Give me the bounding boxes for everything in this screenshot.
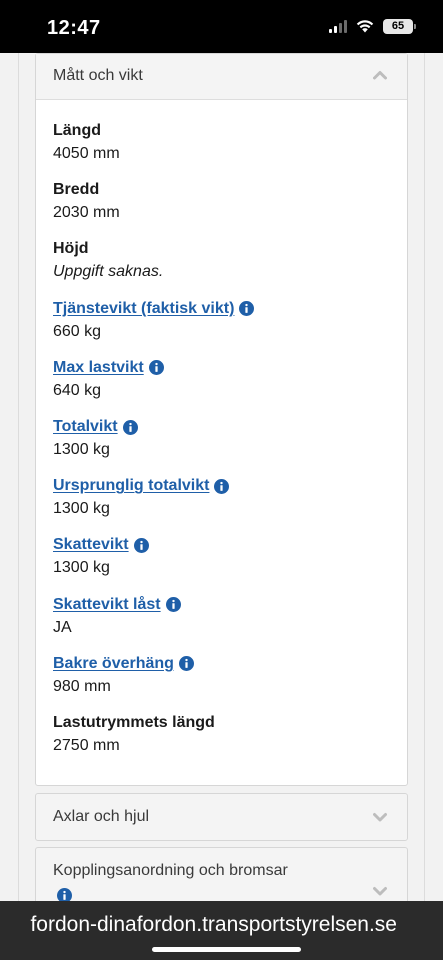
field-label-text[interactable]: Skattevikt: [53, 536, 129, 554]
field-item: Max lastvikt 640 kg: [53, 358, 164, 401]
field-label-text[interactable]: Skattevikt låst: [53, 596, 161, 614]
field-value: Uppgift saknas.: [53, 263, 164, 281]
field-item: Ursprunglig totalvikt 1300 kg: [53, 476, 230, 519]
field-value: 640 kg: [53, 381, 102, 399]
status-time: 12:47: [47, 17, 101, 39]
battery-icon: 65: [383, 19, 416, 34]
info-icon[interactable]: [239, 301, 255, 317]
field-label-text: Bredd: [53, 181, 100, 199]
page-content: Mått och vikt Längd 4050 mm Bredd 2030 mm Hö…: [0, 53, 443, 901]
field-value: 4050 mm: [53, 145, 120, 162]
field-label-text[interactable]: Bakre överhäng: [53, 655, 174, 673]
wifi-icon: [356, 20, 374, 33]
field-label: Lastutrymmets längd: [53, 713, 215, 733]
field-label-link[interactable]: Skattevikt: [53, 535, 149, 555]
field-label-text: Lastutrymmets längd: [53, 714, 215, 731]
page-border-left: [18, 53, 19, 901]
field-value: 2030 mm: [53, 204, 120, 222]
field-item: Skattevikt låst JA: [53, 595, 181, 638]
status-icons: 65: [329, 19, 416, 34]
field-label-text: Längd: [53, 122, 101, 139]
field-value: 2750 mm: [53, 737, 120, 754]
field-label-text[interactable]: Tjänstevikt (faktisk vikt): [53, 300, 234, 318]
field-label: Bredd: [53, 180, 120, 200]
field-value: 1300 kg: [53, 500, 110, 518]
field-label-text[interactable]: Totalvikt: [53, 418, 118, 436]
field-label-link[interactable]: Skattevikt låst: [53, 595, 181, 615]
panel-coupling[interactable]: Kopplingsanordning och bromsar: [35, 847, 408, 901]
field-item: Lastutrymmets längd 2750 mm: [53, 713, 215, 756]
browser-url-bar[interactable]: fordon-dinafordon.transportstyrelsen.se: [0, 901, 443, 960]
url-text[interactable]: fordon-dinafordon.transportstyrelsen.se: [0, 913, 443, 937]
field-label-link[interactable]: Max lastvikt: [53, 358, 164, 378]
field-value: 1300 kg: [53, 559, 110, 577]
field-item: Bakre överhäng 980 mm: [53, 654, 194, 697]
field-item: Höjd Uppgift saknas.: [53, 239, 163, 282]
chevron-down-icon: [373, 887, 387, 896]
panel-axles[interactable]: Axlar och hjul: [35, 793, 408, 841]
info-icon[interactable]: [122, 419, 138, 435]
panel-title: Mått och vikt: [53, 67, 143, 84]
field-label-link[interactable]: Ursprunglig totalvikt: [53, 476, 230, 496]
panel-dimensions-header[interactable]: Mått och vikt: [36, 54, 407, 100]
field-value: 1300 kg: [53, 441, 110, 458]
info-icon[interactable]: [148, 360, 164, 376]
panel-coupling-title: Kopplingsanordning och bromsar: [53, 862, 288, 879]
info-icon[interactable]: [165, 597, 181, 613]
field-label-text: Höjd: [53, 240, 89, 258]
field-label-text[interactable]: Max lastvikt: [53, 359, 144, 377]
info-icon[interactable]: [178, 656, 194, 672]
field-value: 660 kg: [53, 322, 102, 340]
info-icon[interactable]: [57, 888, 72, 901]
info-icon[interactable]: [214, 478, 230, 494]
cellular-signal-icon: [329, 20, 347, 33]
field-item: Tjänstevikt (faktisk vikt) 660 kg: [53, 299, 255, 342]
field-item: Längd 4050 mm: [53, 121, 120, 164]
field-item: Bredd 2030 mm: [53, 180, 120, 223]
field-value: 980 mm: [53, 677, 111, 695]
field-label: Längd: [53, 121, 120, 141]
field-item: Totalvikt 1300 kg: [53, 417, 138, 460]
field-label-link[interactable]: Totalvikt: [53, 417, 138, 437]
page-border-right: [424, 53, 425, 901]
field-label-link[interactable]: Bakre överhäng: [53, 654, 194, 674]
field-label-link[interactable]: Tjänstevikt (faktisk vikt): [53, 299, 255, 319]
field-label-text[interactable]: Ursprunglig totalvikt: [53, 477, 209, 495]
field-label: Höjd: [53, 239, 163, 259]
info-icon[interactable]: [133, 537, 149, 553]
chevron-up-icon: [373, 71, 387, 80]
field-value: JA: [53, 618, 72, 636]
panel-dimensions: Mått och vikt Längd 4050 mm Bredd 2030 mm Hö…: [35, 53, 408, 786]
chevron-down-icon: [373, 813, 387, 822]
panel-axles-title: Axlar och hjul: [53, 808, 150, 825]
field-item: Skattevikt 1300 kg: [53, 535, 149, 578]
home-indicator[interactable]: [152, 947, 301, 952]
status-bar: 12:47 65: [0, 0, 443, 53]
